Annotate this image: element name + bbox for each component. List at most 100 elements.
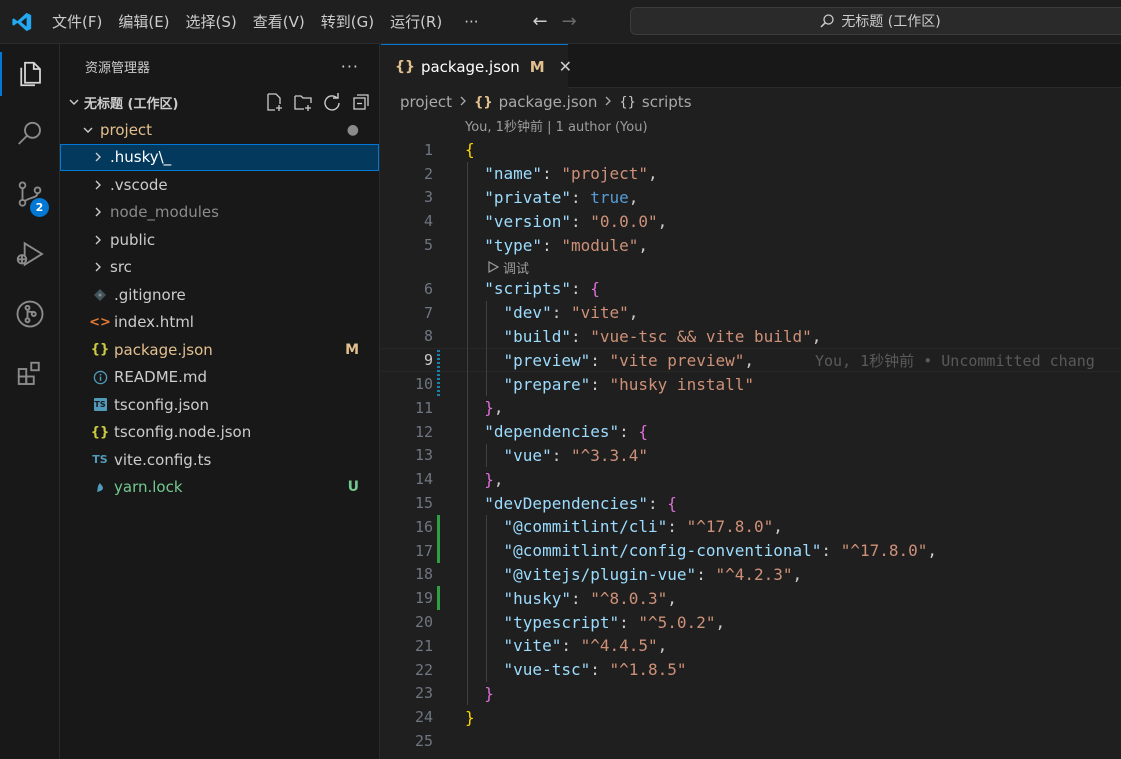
tree-file[interactable]: <> index.html [60, 309, 379, 337]
tree-file[interactable]: TS vite.config.ts [60, 446, 379, 474]
forward-arrow-icon[interactable]: → [562, 11, 577, 32]
code-line[interactable]: 7 "dev": "vite", [381, 301, 1121, 325]
menu-item[interactable]: 编辑(E) [110, 0, 177, 44]
code-line[interactable]: 10 "prepare": "husky install" [381, 372, 1121, 396]
tree-folder[interactable]: .husky\_ [60, 143, 379, 171]
tree-file[interactable]: README.md [60, 364, 379, 392]
code-text: "@commitlint/cli": "^17.8.0", [503, 517, 783, 537]
tree-label: .gitignore [114, 285, 186, 304]
code-line[interactable]: 3 "private": true, [381, 186, 1121, 210]
git-gutter-marker [437, 586, 440, 611]
tree-file[interactable]: yarn.lock U [60, 474, 379, 502]
debug-codelens[interactable]: 调试 [487, 257, 529, 277]
menu-item[interactable]: 查看(V) [245, 0, 313, 44]
code-line[interactable]: 18 "@vitejs/plugin-vue": "^4.2.3", [381, 563, 1121, 587]
menu-item[interactable]: 转到(G) [313, 0, 382, 44]
new-file-icon[interactable] [264, 92, 284, 112]
navigation-arrows: ← → [533, 11, 577, 32]
code-text: "@commitlint/config-conventional": "^17.… [503, 541, 938, 561]
indent-guide [486, 443, 487, 468]
code-line[interactable]: 22 "vue-tsc": "^1.8.5" [381, 658, 1121, 682]
back-arrow-icon[interactable]: ← [533, 11, 548, 32]
code-line[interactable]: 4 "version": "0.0.0", [381, 209, 1121, 233]
json-icon: {} [90, 424, 110, 440]
code-line[interactable]: 5 "type": "module", [381, 233, 1121, 257]
git-gutter-marker [437, 538, 440, 563]
code-line[interactable]: 19 "husky": "^8.0.3", [381, 586, 1121, 610]
code-text: { [465, 140, 475, 160]
tree-file[interactable]: TS tsconfig.json [60, 391, 379, 419]
code-line[interactable]: 6 "scripts": { [381, 277, 1121, 301]
code-line[interactable]: 12 "dependencies": { [381, 420, 1121, 444]
code-line[interactable]: 25 [381, 729, 1121, 753]
code-line[interactable]: 20 "typescript": "^5.0.2", [381, 610, 1121, 634]
tree-folder[interactable]: node_modules [60, 199, 379, 227]
code-line[interactable]: 16 "@commitlint/cli": "^17.8.0", [381, 515, 1121, 539]
tree-folder[interactable]: .vscode [60, 171, 379, 199]
code-line[interactable]: 1{ [381, 138, 1121, 162]
tab-label: package.json [420, 57, 520, 76]
tree-file[interactable]: .gitignore [60, 281, 379, 309]
blame-header[interactable]: You, 1秒钟前 | 1 author (You) [465, 116, 648, 135]
code-line[interactable]: 8 "build": "vue-tsc && vite build", [381, 325, 1121, 349]
code-line[interactable]: 21 "vite": "^4.4.5", [381, 634, 1121, 658]
code-text: "prepare": "husky install" [503, 374, 754, 394]
line-number: 7 [423, 303, 433, 322]
command-center-search[interactable]: 无标题 (工作区) [630, 7, 1121, 35]
git-gutter-marker [437, 348, 440, 373]
menu-item[interactable]: 运行(R) [382, 0, 450, 44]
title-bar: 文件(F) 编辑(E) 选择(S) 查看(V) 转到(G) 运行(R) ··· ← → 无… [0, 0, 1121, 44]
code-editor[interactable]: You, 1秒钟前 | 1 author (You) 1{2 "name": "… [381, 116, 1121, 759]
menu-item[interactable]: 选择(S) [178, 0, 245, 44]
extensions-icon[interactable] [0, 346, 60, 402]
code-text: "vue-tsc": "^1.8.5" [503, 660, 687, 680]
more-actions-icon[interactable]: ··· [341, 57, 359, 76]
menu-item[interactable]: 文件(F) [44, 0, 110, 44]
code-line[interactable]: 17 "@commitlint/config-conventional": "^… [381, 539, 1121, 563]
git-icon [90, 288, 110, 302]
breadcrumb-folder[interactable]: project [400, 93, 452, 111]
tree-folder[interactable]: public [60, 226, 379, 254]
refresh-icon[interactable] [322, 92, 342, 112]
close-icon[interactable]: ✕ [559, 57, 572, 76]
chevron-right-icon [603, 95, 613, 109]
git-graph-icon[interactable] [0, 286, 60, 342]
breadcrumb-symbol[interactable]: scripts [642, 93, 692, 111]
tree-folder[interactable]: project ● [60, 116, 379, 144]
chevron-right-icon [90, 206, 106, 218]
code-line[interactable]: 13 "vue": "^3.3.4" [381, 444, 1121, 468]
line-number: 23 [414, 684, 433, 703]
code-line[interactable]: 23 } [381, 682, 1121, 706]
tree-label: tsconfig.json [114, 395, 210, 414]
codelens-label: 调试 [503, 261, 530, 277]
activity-bar: 2 [0, 44, 60, 759]
workspace-row[interactable]: 无标题 (工作区) [60, 88, 379, 116]
tree-label: vite.config.ts [114, 450, 212, 469]
code-line[interactable]: 24} [381, 705, 1121, 729]
vscode-logo-icon [0, 0, 44, 44]
explorer-icon[interactable] [0, 46, 60, 102]
tree-file[interactable]: {} package.json M [60, 336, 379, 364]
tab-package-json[interactable]: {} package.json M ✕ [381, 44, 572, 88]
tree-file[interactable]: {} tsconfig.node.json [60, 419, 379, 447]
chevron-right-icon [458, 95, 468, 109]
menu-more-icon[interactable]: ··· [450, 13, 492, 31]
run-debug-icon[interactable] [0, 226, 60, 282]
new-folder-icon[interactable] [293, 92, 313, 112]
line-number: 15 [414, 494, 433, 513]
tree-folder[interactable]: src [60, 254, 379, 282]
collapse-all-icon[interactable] [351, 92, 371, 112]
search-icon [820, 14, 834, 28]
code-text: "dependencies": { [484, 422, 649, 442]
code-line[interactable]: 15 "devDependencies": { [381, 491, 1121, 515]
code-line[interactable]: 11 }, [381, 396, 1121, 420]
code-line[interactable]: 2 "name": "project", [381, 162, 1121, 186]
line-number: 16 [414, 517, 433, 536]
breadcrumb-file[interactable]: package.json [499, 93, 598, 111]
line-number: 8 [423, 327, 433, 346]
editor-area: {} package.json M ✕ project {} package.j… [381, 44, 1121, 759]
code-line[interactable]: 9 "preview": "vite preview", You, 1秒钟前 • … [381, 348, 1121, 373]
search-icon[interactable] [0, 106, 60, 162]
code-line[interactable]: 14 }, [381, 467, 1121, 491]
source-control-icon[interactable]: 2 [0, 166, 60, 222]
